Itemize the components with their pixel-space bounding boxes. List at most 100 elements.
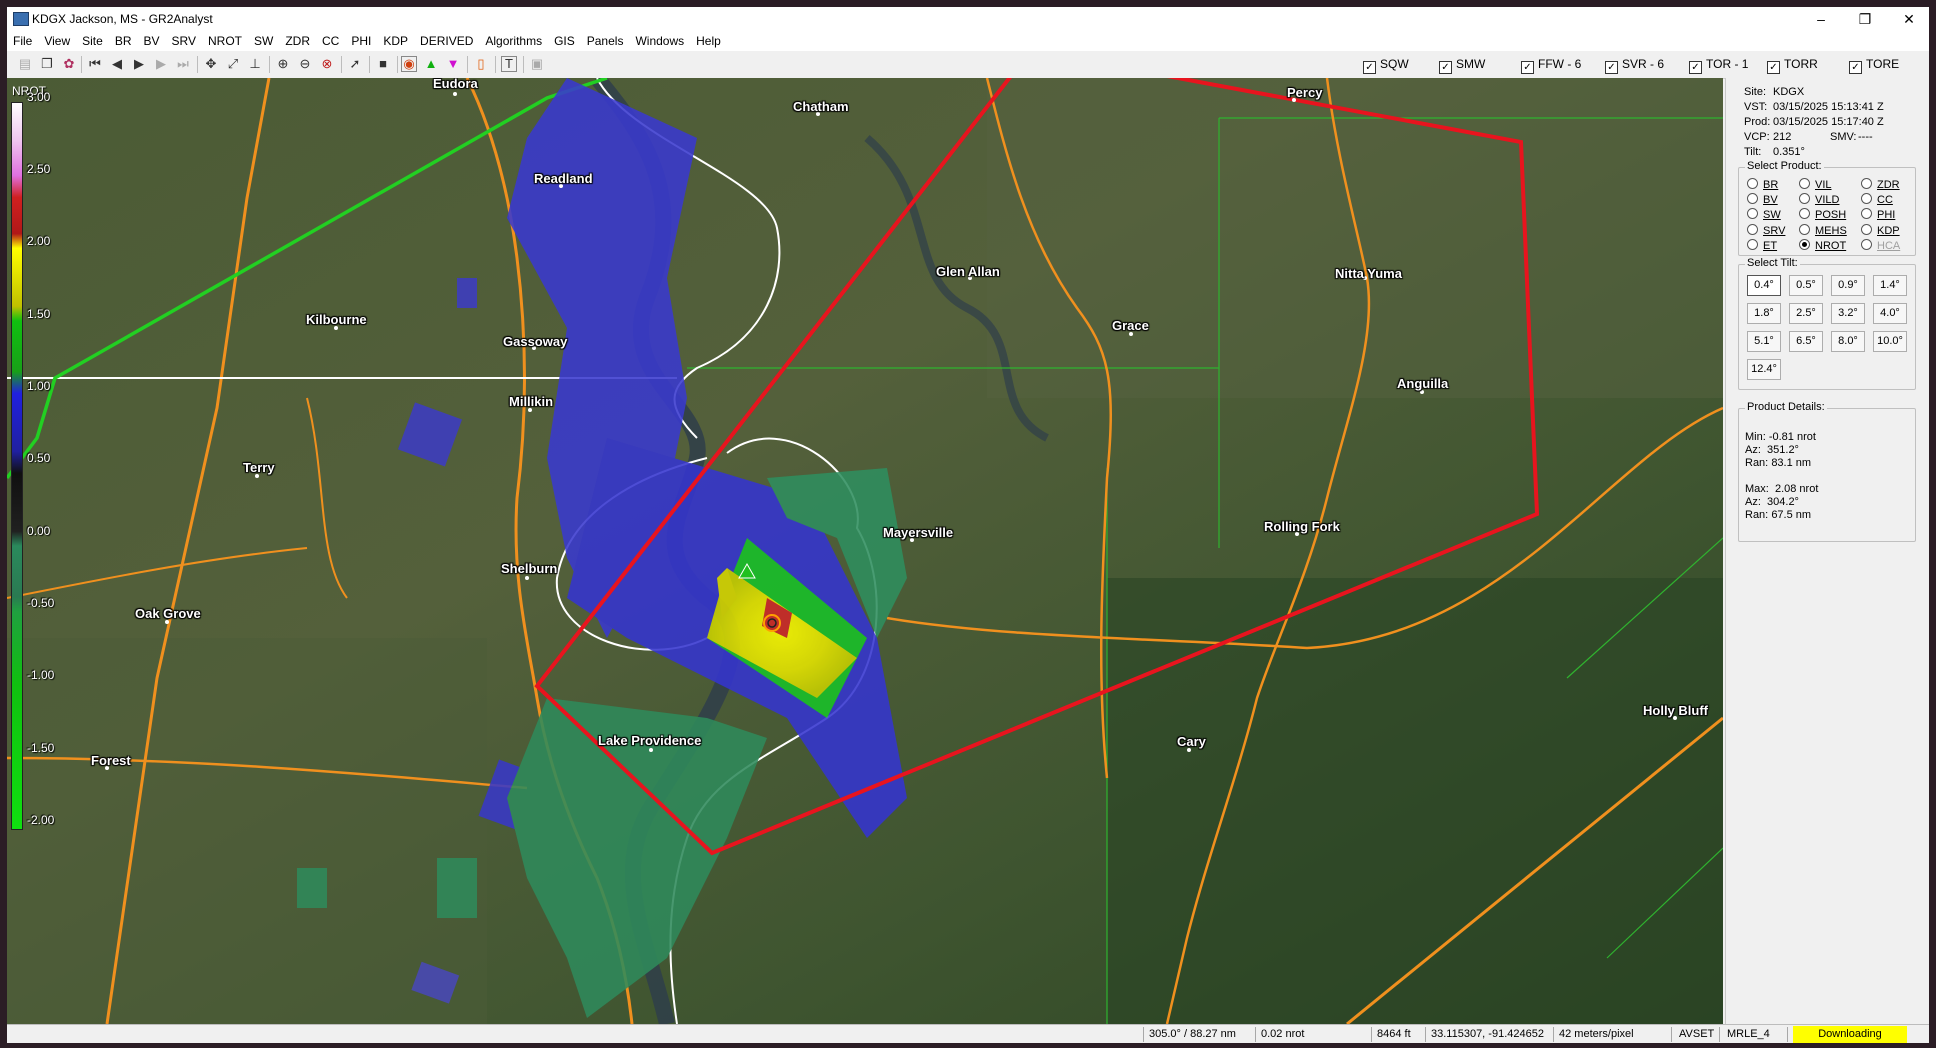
town-label: Millikin bbox=[509, 394, 554, 409]
pan-icon[interactable]: ✥ bbox=[203, 56, 219, 72]
product-bv[interactable]: BV bbox=[1747, 193, 1778, 206]
cross-section-icon[interactable]: ⊥ bbox=[247, 56, 263, 72]
product-mehs[interactable]: MEHS bbox=[1799, 224, 1847, 237]
menu-srv[interactable]: SRV bbox=[166, 31, 202, 48]
toggle-sqw[interactable]: ✓ SQW bbox=[1363, 57, 1409, 74]
menu-phi[interactable]: PHI bbox=[345, 31, 377, 48]
zoom-in-icon[interactable]: ⊕ bbox=[275, 56, 291, 72]
tilt-3-2[interactable]: 3.2° bbox=[1831, 303, 1865, 324]
grid-icon[interactable]: ▣ bbox=[529, 56, 545, 72]
open-icon[interactable]: ▤ bbox=[17, 56, 33, 72]
toggle-svr[interactable]: ✓ SVR - 6 bbox=[1605, 57, 1664, 74]
product-kdp[interactable]: KDP bbox=[1861, 224, 1900, 237]
field-area bbox=[7, 638, 487, 1024]
max-az-row: Az: 304.2° bbox=[1745, 496, 1799, 508]
checkbox-icon[interactable]: ✓ bbox=[1605, 61, 1618, 74]
product-sw[interactable]: SW bbox=[1747, 208, 1781, 221]
menu-help[interactable]: Help bbox=[690, 31, 727, 48]
pointer-icon[interactable]: ➚ bbox=[347, 56, 363, 72]
tilt-6-5[interactable]: 6.5° bbox=[1789, 331, 1823, 352]
max-ran-row: Ran: 67.5 nm bbox=[1745, 509, 1812, 521]
next-frame-icon[interactable]: ▶ bbox=[153, 56, 169, 72]
color-table-icon[interactable]: ✿ bbox=[61, 56, 77, 72]
tilt-5-1[interactable]: 5.1° bbox=[1747, 331, 1781, 352]
menu-site[interactable]: Site bbox=[76, 31, 109, 48]
town-label: Shelburn bbox=[501, 561, 558, 576]
menu-derived[interactable]: DERIVED bbox=[414, 31, 479, 48]
legend-tick: 0.50 bbox=[27, 451, 51, 465]
product-nrot[interactable]: NROT bbox=[1799, 239, 1846, 252]
last-frame-icon[interactable]: ⏭ bbox=[175, 56, 191, 72]
toggle-ffw[interactable]: ✓ FFW - 6 bbox=[1521, 57, 1581, 74]
product-vild[interactable]: VILD bbox=[1799, 193, 1839, 206]
minimize-button[interactable]: – bbox=[1799, 7, 1843, 31]
tilt-row: Tilt: 0.351° bbox=[1744, 146, 1805, 158]
play-icon[interactable]: ▶ bbox=[131, 56, 147, 72]
product-srv[interactable]: SRV bbox=[1747, 224, 1785, 237]
measure-icon[interactable]: ⤢ bbox=[225, 56, 241, 72]
product-phi[interactable]: PHI bbox=[1861, 208, 1895, 221]
menu-br[interactable]: BR bbox=[109, 31, 138, 48]
zoom-reset-icon[interactable]: ⊗ bbox=[319, 56, 335, 72]
meso-down-icon[interactable]: ▼ bbox=[445, 56, 461, 72]
menu-view[interactable]: View bbox=[38, 31, 76, 48]
copy-icon[interactable]: ❐ bbox=[39, 56, 55, 72]
menu-algorithms[interactable]: Algorithms bbox=[479, 31, 548, 48]
first-frame-icon[interactable]: ⏮ bbox=[87, 56, 103, 72]
tilt-8-0[interactable]: 8.0° bbox=[1831, 331, 1865, 352]
select-tilt-title: Select Tilt: bbox=[1745, 257, 1800, 269]
menu-cc[interactable]: CC bbox=[316, 31, 345, 48]
menu-zdr[interactable]: ZDR bbox=[279, 31, 316, 48]
toggle-torr[interactable]: ✓ TORR bbox=[1767, 57, 1818, 74]
menu-panels[interactable]: Panels bbox=[581, 31, 630, 48]
checkbox-icon[interactable]: ✓ bbox=[1767, 61, 1780, 74]
menu-nrot[interactable]: NROT bbox=[202, 31, 248, 48]
previous-frame-icon[interactable]: ◀ bbox=[109, 56, 125, 72]
tilt-2-5[interactable]: 2.5° bbox=[1789, 303, 1823, 324]
placefile-icon[interactable]: ▯ bbox=[473, 56, 489, 72]
product-zdr[interactable]: ZDR bbox=[1861, 178, 1900, 191]
menu-sw[interactable]: SW bbox=[248, 31, 279, 48]
product-posh[interactable]: POSH bbox=[1799, 208, 1846, 221]
menu-bv[interactable]: BV bbox=[138, 31, 166, 48]
tilt-0-9[interactable]: 0.9° bbox=[1831, 275, 1865, 296]
checkbox-icon[interactable]: ✓ bbox=[1363, 61, 1376, 74]
tilt-10-0[interactable]: 10.0° bbox=[1873, 331, 1907, 352]
radio-selected-icon[interactable] bbox=[1799, 239, 1810, 250]
tilt-1-8[interactable]: 1.8° bbox=[1747, 303, 1781, 324]
tilt-12-4[interactable]: 12.4° bbox=[1747, 359, 1781, 380]
product-br[interactable]: BR bbox=[1747, 178, 1778, 191]
legend-tick: 1.00 bbox=[27, 379, 51, 393]
min-az-row: Az: 351.2° bbox=[1745, 444, 1799, 456]
legend-tick: 3.00 bbox=[27, 90, 51, 104]
text-tool-icon[interactable]: T bbox=[501, 56, 517, 72]
maximize-button[interactable]: ❐ bbox=[1843, 7, 1887, 31]
tilt-1-4[interactable]: 1.4° bbox=[1873, 275, 1907, 296]
toggle-tor[interactable]: ✓ TOR - 1 bbox=[1689, 57, 1748, 74]
toggle-smw[interactable]: ✓ SMW bbox=[1439, 57, 1485, 74]
map-canvas[interactable] bbox=[7, 78, 1723, 1024]
select-product-group: Select Product: BR VIL ZDR BV VILD CC SW… bbox=[1738, 160, 1916, 256]
menu-gis[interactable]: GIS bbox=[548, 31, 581, 48]
checkbox-icon[interactable]: ✓ bbox=[1439, 61, 1452, 74]
checkbox-icon[interactable]: ✓ bbox=[1689, 61, 1702, 74]
tilt-0-5[interactable]: 0.5° bbox=[1789, 275, 1823, 296]
menu-kdp[interactable]: KDP bbox=[377, 31, 414, 48]
product-cc[interactable]: CC bbox=[1861, 193, 1893, 206]
stop-icon[interactable]: ■ bbox=[375, 56, 391, 72]
zoom-out-icon[interactable]: ⊖ bbox=[297, 56, 313, 72]
menu-windows[interactable]: Windows bbox=[629, 31, 690, 48]
town-label: Terry bbox=[243, 460, 275, 475]
radar-map[interactable]: Eudora Chatham Percy Readland Glen Allan… bbox=[7, 78, 1723, 1024]
checkbox-icon[interactable]: ✓ bbox=[1849, 61, 1862, 74]
checkbox-icon[interactable]: ✓ bbox=[1521, 61, 1534, 74]
product-et[interactable]: ET bbox=[1747, 239, 1777, 252]
meso-up-icon[interactable]: ▲ bbox=[423, 56, 439, 72]
tilt-0-4[interactable]: 0.4° bbox=[1747, 275, 1781, 296]
storm-track-icon[interactable]: ◉ bbox=[401, 56, 417, 72]
close-button[interactable]: ✕ bbox=[1887, 7, 1929, 31]
tilt-4-0[interactable]: 4.0° bbox=[1873, 303, 1907, 324]
toggle-tore[interactable]: ✓ TORE bbox=[1849, 57, 1899, 74]
product-vil[interactable]: VIL bbox=[1799, 178, 1832, 191]
menu-file[interactable]: File bbox=[7, 31, 38, 48]
